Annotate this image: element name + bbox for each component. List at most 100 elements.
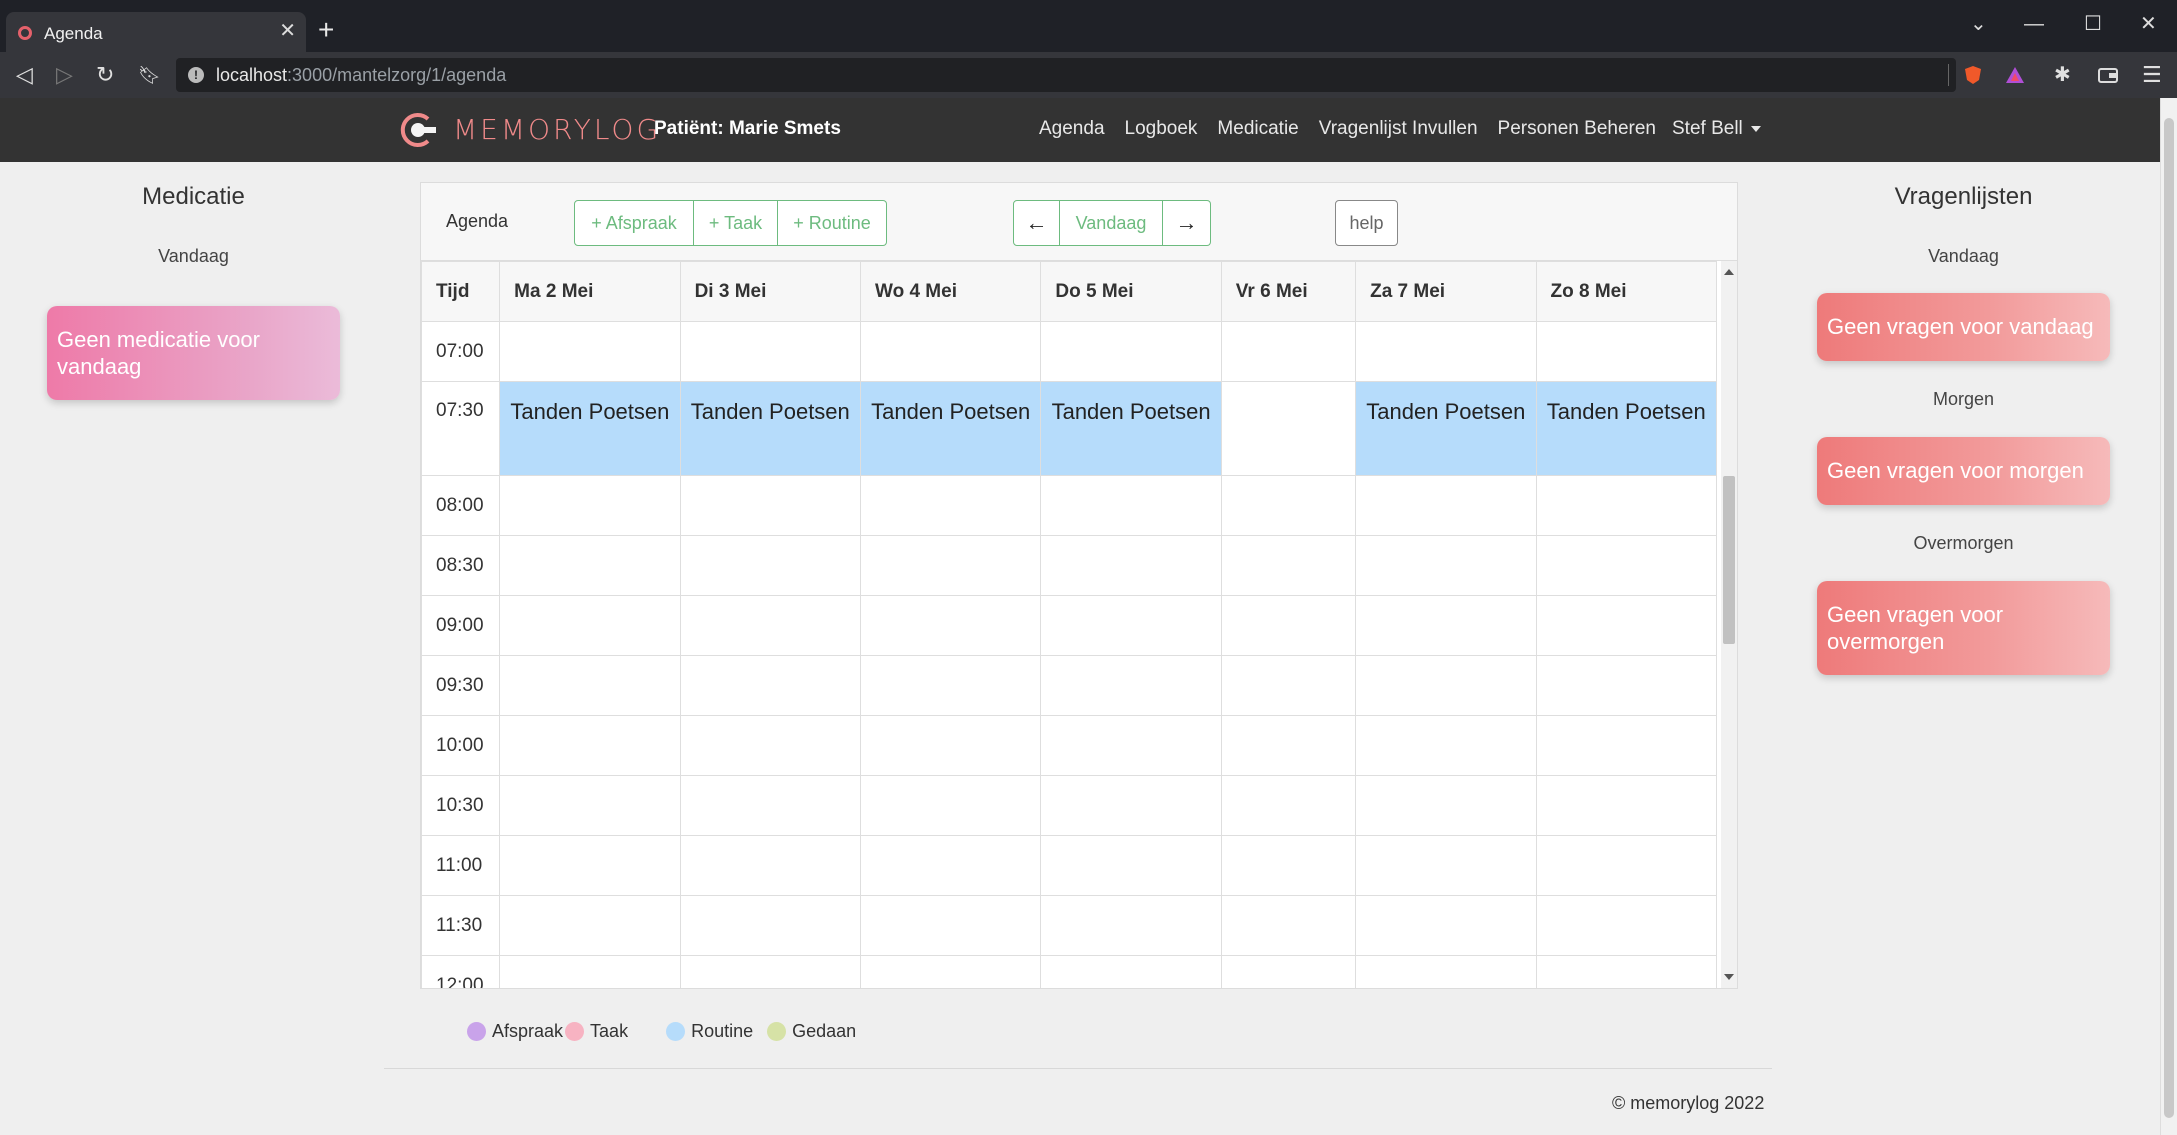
calendar-cell[interactable]	[859, 321, 1042, 382]
scroll-down-icon[interactable]	[1724, 974, 1734, 980]
routine-event[interactable]: Tanden Poetsen	[1040, 381, 1222, 476]
new-tab-button[interactable]: +	[318, 16, 334, 44]
calendar-cell[interactable]	[1355, 715, 1537, 776]
calendar-cell[interactable]	[1220, 775, 1357, 836]
calendar-scrollbar[interactable]	[1721, 261, 1737, 988]
forward-icon[interactable]: ▷	[56, 62, 73, 88]
menu-icon[interactable]: ☰	[2142, 62, 2162, 88]
calendar-cell[interactable]	[1220, 895, 1357, 956]
calendar-cell[interactable]	[499, 535, 681, 596]
calendar-cell[interactable]	[499, 775, 681, 836]
calendar-cell[interactable]	[679, 475, 861, 536]
calendar-cell[interactable]	[859, 595, 1042, 656]
calendar-cell[interactable]	[679, 775, 861, 836]
calendar-cell[interactable]	[1535, 475, 1717, 536]
calendar-cell[interactable]	[679, 955, 861, 988]
calendar-cell[interactable]	[679, 655, 861, 716]
calendar-cell[interactable]	[499, 715, 681, 776]
next-week-button[interactable]: →	[1163, 200, 1211, 246]
add-routine-button[interactable]: + Routine	[778, 200, 887, 246]
address-bar[interactable]: ! localhost:3000/mantelzorg/1/agenda	[176, 58, 1956, 92]
calendar-cell[interactable]	[1535, 775, 1717, 836]
maximize-icon[interactable]: ☐	[2084, 12, 2102, 36]
calendar-cell[interactable]	[1220, 321, 1357, 382]
calendar-cell[interactable]	[679, 535, 861, 596]
brand-name[interactable]: MEMORYLOG	[453, 113, 661, 146]
calendar-cell[interactable]	[499, 595, 681, 656]
help-button[interactable]: help	[1335, 200, 1398, 246]
memorylog-logo-icon[interactable]	[398, 112, 438, 148]
nav-link-logboek[interactable]: Logboek	[1125, 118, 1198, 140]
brave-rewards-icon[interactable]	[2004, 64, 2026, 86]
calendar-cell[interactable]	[859, 655, 1042, 716]
nav-link-vragenlijst[interactable]: Vragenlijst Invullen	[1319, 118, 1478, 140]
prev-week-button[interactable]: ←	[1013, 200, 1060, 246]
calendar-cell[interactable]	[1040, 895, 1222, 956]
routine-event[interactable]: Tanden Poetsen	[1355, 381, 1537, 476]
calendar-cell[interactable]	[859, 775, 1042, 836]
close-window-icon[interactable]: ✕	[2140, 12, 2157, 36]
calendar-cell[interactable]	[1355, 895, 1537, 956]
nav-link-medicatie[interactable]: Medicatie	[1217, 118, 1298, 140]
calendar-cell[interactable]	[1220, 595, 1357, 656]
calendar-cell[interactable]	[1355, 321, 1537, 382]
calendar-cell[interactable]	[1535, 535, 1717, 596]
calendar-cell[interactable]	[1535, 955, 1717, 988]
calendar-cell[interactable]	[679, 595, 861, 656]
calendar-cell[interactable]	[1040, 595, 1222, 656]
calendar-cell[interactable]	[1220, 715, 1357, 776]
calendar-cell[interactable]	[1040, 475, 1222, 536]
calendar-scrollbar-thumb[interactable]	[1723, 476, 1735, 644]
calendar-cell[interactable]	[679, 321, 861, 382]
nav-link-agenda[interactable]: Agenda	[1039, 118, 1105, 140]
brave-shield-icon[interactable]	[1962, 64, 1984, 86]
calendar-cell[interactable]	[1040, 715, 1222, 776]
routine-event[interactable]: Tanden Poetsen	[679, 381, 861, 476]
reload-icon[interactable]: ↻	[96, 62, 114, 88]
add-taak-button[interactable]: + Taak	[694, 200, 778, 246]
calendar-cell[interactable]	[1355, 835, 1537, 896]
tab-search-icon[interactable]: ⌄	[1970, 12, 1987, 36]
close-tab-icon[interactable]: ✕	[279, 21, 296, 41]
calendar-cell[interactable]	[1040, 835, 1222, 896]
calendar-cell[interactable]	[499, 955, 681, 988]
minimize-icon[interactable]: —	[2024, 12, 2044, 36]
calendar-cell[interactable]	[859, 835, 1042, 896]
calendar-cell[interactable]	[1355, 955, 1537, 988]
calendar-cell[interactable]	[1355, 655, 1537, 716]
calendar-cell[interactable]	[859, 475, 1042, 536]
browser-tab-agenda[interactable]: Agenda ✕	[6, 12, 306, 54]
back-icon[interactable]: ◁	[16, 62, 33, 88]
calendar-cell[interactable]	[1535, 895, 1717, 956]
calendar-cell[interactable]	[859, 895, 1042, 956]
calendar-cell[interactable]	[499, 835, 681, 896]
routine-event[interactable]: Tanden Poetsen	[1535, 381, 1717, 476]
calendar-cell[interactable]	[499, 895, 681, 956]
calendar-cell[interactable]	[1220, 655, 1357, 716]
add-afspraak-button[interactable]: + Afspraak	[574, 200, 694, 246]
calendar-cell[interactable]	[1220, 535, 1357, 596]
calendar-cell[interactable]	[1355, 775, 1537, 836]
calendar-cell[interactable]	[1220, 835, 1357, 896]
medicatie-card[interactable]: Geen medicatie voor vandaag	[47, 306, 340, 400]
calendar-cell[interactable]	[679, 895, 861, 956]
vragen-overmorgen-card[interactable]: Geen vragen voor overmorgen	[1817, 581, 2110, 675]
calendar-cell[interactable]	[1535, 321, 1717, 382]
page-scrollbar-thumb[interactable]	[2164, 118, 2174, 1118]
calendar-cell[interactable]	[679, 715, 861, 776]
calendar-cell[interactable]	[1040, 955, 1222, 988]
wallet-icon[interactable]	[2097, 64, 2119, 86]
today-button[interactable]: Vandaag	[1060, 200, 1163, 246]
calendar-cell[interactable]	[1040, 775, 1222, 836]
calendar-cell[interactable]	[859, 535, 1042, 596]
calendar-cell[interactable]	[1535, 595, 1717, 656]
user-dropdown[interactable]: Stef Bell	[1672, 118, 1761, 140]
calendar-cell[interactable]	[1220, 955, 1357, 988]
routine-event[interactable]: Tanden Poetsen	[499, 381, 681, 476]
calendar-cell[interactable]	[679, 835, 861, 896]
calendar-cell[interactable]	[1040, 655, 1222, 716]
calendar-cell[interactable]	[859, 955, 1042, 988]
bookmark-icon[interactable]: 🔖︎	[138, 62, 161, 88]
calendar-cell[interactable]	[1535, 655, 1717, 716]
calendar-cell[interactable]	[859, 715, 1042, 776]
